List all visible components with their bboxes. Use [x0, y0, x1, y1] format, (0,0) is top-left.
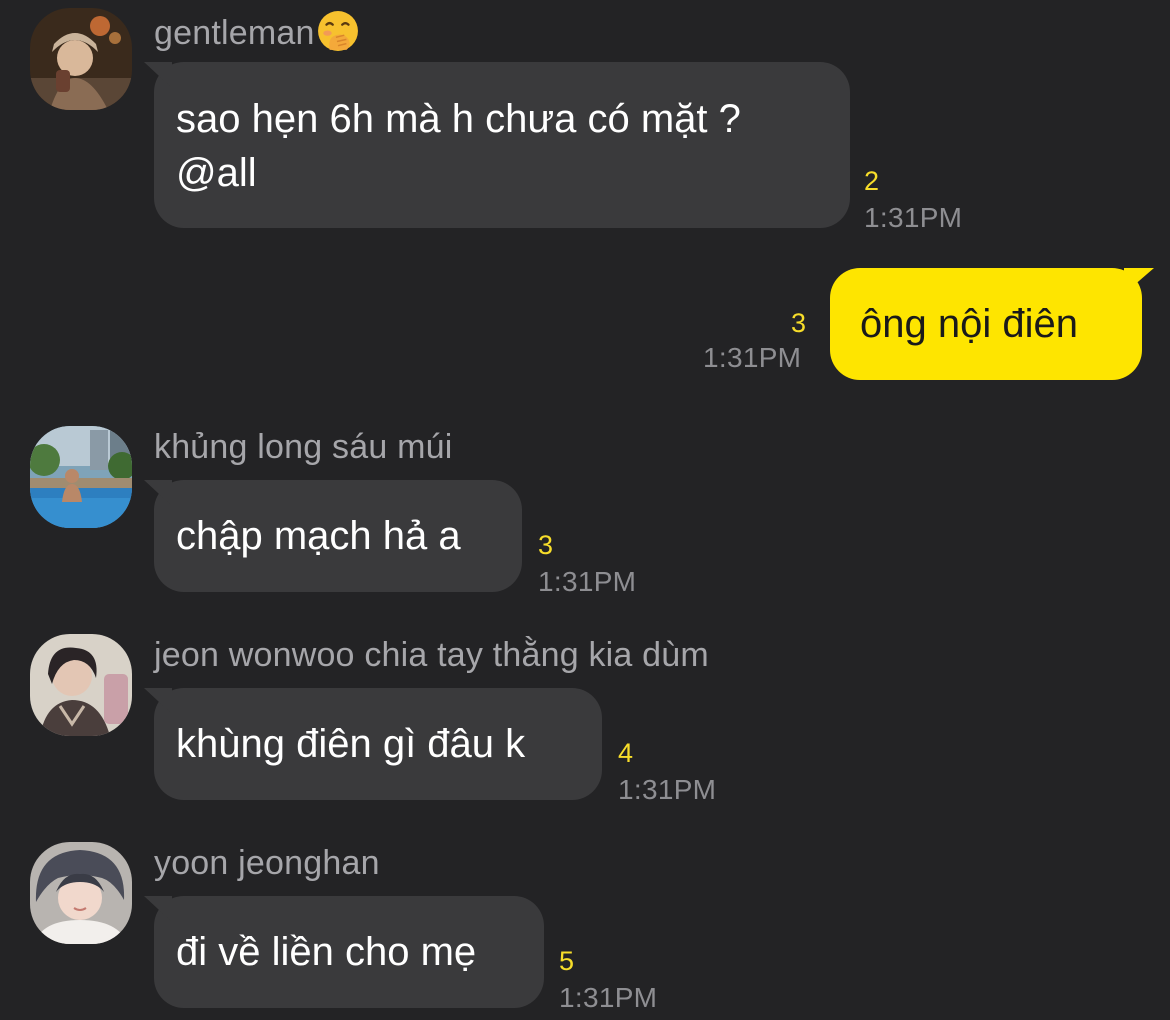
unread-count: 5: [559, 946, 575, 976]
unread-count: 2: [864, 166, 880, 196]
sender-name: jeon wonwoo chia tay thằng kia dùm: [154, 636, 709, 674]
avatar[interactable]: [30, 426, 132, 528]
timestamp: 1:31PM: [618, 774, 717, 805]
avatar[interactable]: [30, 8, 132, 110]
timestamp: 1:31PM: [864, 202, 963, 233]
face-with-hand-over-mouth-icon: [317, 11, 358, 51]
avatar-photo: [30, 8, 132, 110]
sender-name: yoon jeonghan: [154, 844, 380, 882]
unread-count: 3: [791, 308, 807, 338]
message-bubble[interactable]: ông nội điên: [830, 268, 1142, 380]
message-text-line: chập mạch hả a: [176, 514, 461, 558]
message-text-line: đi về liền cho mẹ: [176, 930, 477, 974]
sender-name: khủng long sáu múi: [154, 428, 453, 466]
message-bubble[interactable]: chập mạch hả a: [154, 480, 522, 592]
message-text-line: @all: [176, 151, 257, 195]
timestamp: 1:31PM: [538, 566, 637, 597]
message-text-line: ông nội điên: [860, 302, 1078, 346]
unread-count: 4: [618, 738, 634, 768]
unread-count: 3: [538, 530, 554, 560]
timestamp: 1:31PM: [559, 982, 658, 1013]
avatar-photo: [30, 842, 132, 944]
timestamp: 1:31PM: [703, 342, 802, 373]
message-bubble[interactable]: sao hẹn 6h mà h chưa có mặt ? @all: [154, 62, 850, 228]
message-text-line: sao hẹn 6h mà h chưa có mặt ?: [176, 97, 741, 141]
avatar-photo: [30, 426, 132, 528]
avatar[interactable]: [30, 842, 132, 944]
sender-name: gentleman: [154, 10, 359, 53]
message-bubble[interactable]: đi về liền cho mẹ: [154, 896, 544, 1008]
message-text-line: khùng điên gì đâu k: [176, 722, 526, 766]
chat-room: gentleman sao hẹn 6h mà h chưa có mặt ? …: [0, 0, 1170, 1020]
avatar[interactable]: [30, 634, 132, 736]
message-bubble[interactable]: khùng điên gì đâu k: [154, 688, 602, 800]
avatar-photo: [30, 634, 132, 736]
